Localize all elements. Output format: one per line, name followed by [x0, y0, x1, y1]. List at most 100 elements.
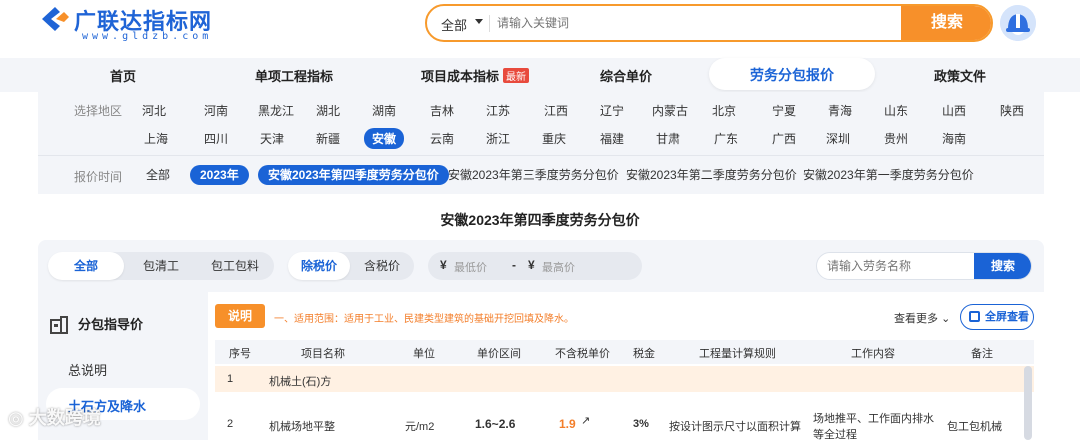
- col-rule: 工程量计算规则: [699, 348, 776, 360]
- search-button[interactable]: 搜索: [901, 6, 991, 40]
- scope-labor-only[interactable]: 包清工: [128, 252, 194, 280]
- caret-down-icon[interactable]: [475, 19, 483, 24]
- row-name: 机械土(石)方: [269, 376, 332, 388]
- col-no: 序号: [229, 348, 251, 360]
- tax-segmented: 除税价 含税价: [288, 252, 414, 280]
- min-price-input[interactable]: 最低价: [454, 259, 487, 275]
- region-r1-0[interactable]: 河北: [142, 102, 166, 119]
- region-r2-10[interactable]: 广东: [714, 130, 738, 147]
- user-avatar-icon[interactable]: [1000, 5, 1036, 41]
- sidebar-heading: 分包指导价: [78, 317, 144, 332]
- region-r2-9[interactable]: 甘肃: [656, 130, 680, 147]
- new-badge: 最新: [503, 68, 530, 83]
- table-row[interactable]: 1 机械土(石)方: [215, 366, 1034, 392]
- time-label: 报价时间: [74, 170, 123, 184]
- time-year-2023[interactable]: 2023年: [190, 165, 249, 185]
- max-price-input[interactable]: 最高价: [542, 259, 575, 275]
- search-category-select[interactable]: 全部: [441, 15, 467, 34]
- page-title: 安徽2023年第四季度劳务分包价: [440, 212, 640, 228]
- region-r1-7[interactable]: 江西: [544, 102, 568, 119]
- nav-policy[interactable]: 政策文件: [934, 66, 986, 85]
- scope-all[interactable]: 全部: [48, 252, 124, 280]
- region-r2-1[interactable]: 四川: [204, 130, 228, 147]
- row-tax: 3%: [633, 418, 649, 430]
- nav-single-project[interactable]: 单项工程指标: [255, 66, 333, 85]
- labor-search-button[interactable]: 搜索: [974, 253, 1031, 279]
- sidebar-item-overview[interactable]: 总说明: [68, 360, 107, 379]
- row-name: 机械场地平整: [269, 421, 335, 433]
- period-q4[interactable]: 安徽2023年第四季度劳务分包价: [258, 165, 449, 185]
- region-r2-6[interactable]: 浙江: [486, 130, 510, 147]
- price-dash: -: [512, 258, 516, 272]
- row-unit: 元/m2: [405, 421, 435, 433]
- col-name: 项目名称: [301, 348, 345, 360]
- row-rule: 按设计图示尺寸以面积计算: [669, 421, 801, 433]
- tax-included[interactable]: 含税价: [350, 252, 414, 280]
- view-more-label: 查看更多: [894, 313, 938, 325]
- region-r2-14[interactable]: 海南: [942, 130, 966, 147]
- region-r2-12[interactable]: 深圳: [826, 130, 850, 147]
- region-r1-6[interactable]: 江苏: [486, 102, 510, 119]
- tax-excluded[interactable]: 除税价: [288, 252, 350, 280]
- col-remark: 备注: [971, 348, 993, 360]
- region-r2-4[interactable]: 安徽: [364, 128, 405, 149]
- scope-labor-material[interactable]: 包工包料: [198, 252, 272, 280]
- fullscreen-button[interactable]: 全屏查看: [960, 304, 1034, 330]
- table-scrollbar[interactable]: [1024, 366, 1032, 440]
- labor-search-input[interactable]: [827, 257, 967, 275]
- region-r2-13[interactable]: 贵州: [884, 130, 908, 147]
- note-tag: 说明: [215, 304, 265, 328]
- price-table-panel: 说明 一、适用范围：适用于工业、民建类型建筑的基础开挖回填及降水。 查看更多 ⌄…: [208, 292, 1044, 441]
- period-q3[interactable]: 安徽2023年第三季度劳务分包价: [448, 165, 619, 185]
- search-input[interactable]: [497, 12, 897, 34]
- region-r1-10[interactable]: 北京: [712, 102, 736, 119]
- region-label: 选择地区: [74, 104, 123, 118]
- col-tax: 税金: [633, 348, 655, 360]
- main-nav: 首页 单项工程指标 项目成本指标 最新 综合单价 劳务分包报价 政策文件: [0, 58, 1080, 92]
- period-q2[interactable]: 安徽2023年第二季度劳务分包价: [626, 165, 797, 185]
- region-r1-12[interactable]: 青海: [828, 102, 852, 119]
- price-toolbar: 全部 包清工 包工包料 除税价 含税价 ¥ 最低价 - ¥ 最高价 搜索: [38, 240, 1044, 292]
- max-price-currency: ¥: [528, 258, 535, 272]
- row-no: 1: [227, 373, 234, 385]
- region-r1-5[interactable]: 吉林: [430, 102, 454, 119]
- region-r1-9[interactable]: 内蒙古: [652, 102, 688, 119]
- nav-home[interactable]: 首页: [110, 66, 136, 85]
- col-unit: 单位: [413, 348, 435, 360]
- region-r1-4[interactable]: 湖南: [372, 102, 396, 119]
- min-price-currency: ¥: [440, 258, 447, 272]
- region-r2-5[interactable]: 云南: [430, 130, 454, 147]
- region-r1-11[interactable]: 宁夏: [772, 102, 796, 119]
- nav-labor-subcontract[interactable]: 劳务分包报价: [709, 58, 875, 90]
- price-range-filter: ¥ 最低价 - ¥ 最高价: [428, 252, 642, 280]
- logo-url: www.gldzb.com: [82, 31, 213, 42]
- period-q1[interactable]: 安徽2023年第一季度劳务分包价: [803, 165, 974, 185]
- nav-unit-price[interactable]: 综合单价: [600, 66, 652, 85]
- region-r1-15[interactable]: 陕西: [1000, 102, 1024, 119]
- view-more-button[interactable]: 查看更多 ⌄: [894, 310, 950, 326]
- region-r1-14[interactable]: 山西: [942, 102, 966, 119]
- region-r1-2[interactable]: 黑龙江: [258, 102, 294, 119]
- region-r2-3[interactable]: 新疆: [316, 130, 340, 147]
- filter-panel: 选择地区 河北 河南 黑龙江 湖北 湖南 吉林 江苏 江西 辽宁 内蒙古 北京 宁夏 青海 山东 山西 陕西 …: [38, 92, 1044, 194]
- table-row[interactable]: 2 机械场地平整 元/m2 1.6~2.6 1.9 ↗ 3% 按设计图示尺寸以面…: [215, 398, 1034, 441]
- nav-project-cost[interactable]: 项目成本指标 最新: [421, 66, 530, 85]
- trend-up-icon: ↗: [581, 415, 591, 427]
- region-r1-3[interactable]: 湖北: [316, 102, 340, 119]
- row-no: 2: [227, 418, 234, 430]
- scope-segmented: 全部 包清工 包工包料: [48, 252, 274, 280]
- col-range: 单价区间: [477, 348, 521, 360]
- region-r2-7[interactable]: 重庆: [542, 130, 566, 147]
- watermark-text: 大数跨境: [28, 408, 101, 428]
- site-header: 广联达指标网 www.gldzb.com 全部 搜索: [0, 0, 1080, 58]
- region-r2-2[interactable]: 天津: [260, 130, 284, 147]
- region-r1-1[interactable]: 河南: [204, 102, 228, 119]
- region-r2-8[interactable]: 福建: [600, 130, 624, 147]
- fullscreen-label: 全屏查看: [985, 311, 1029, 323]
- region-r1-13[interactable]: 山东: [884, 102, 908, 119]
- region-r2-11[interactable]: 广西: [772, 130, 796, 147]
- labor-search: 搜索: [816, 252, 1032, 280]
- time-all[interactable]: 全部: [146, 165, 170, 185]
- region-r2-0[interactable]: 上海: [144, 130, 168, 147]
- region-r1-8[interactable]: 辽宁: [600, 102, 624, 119]
